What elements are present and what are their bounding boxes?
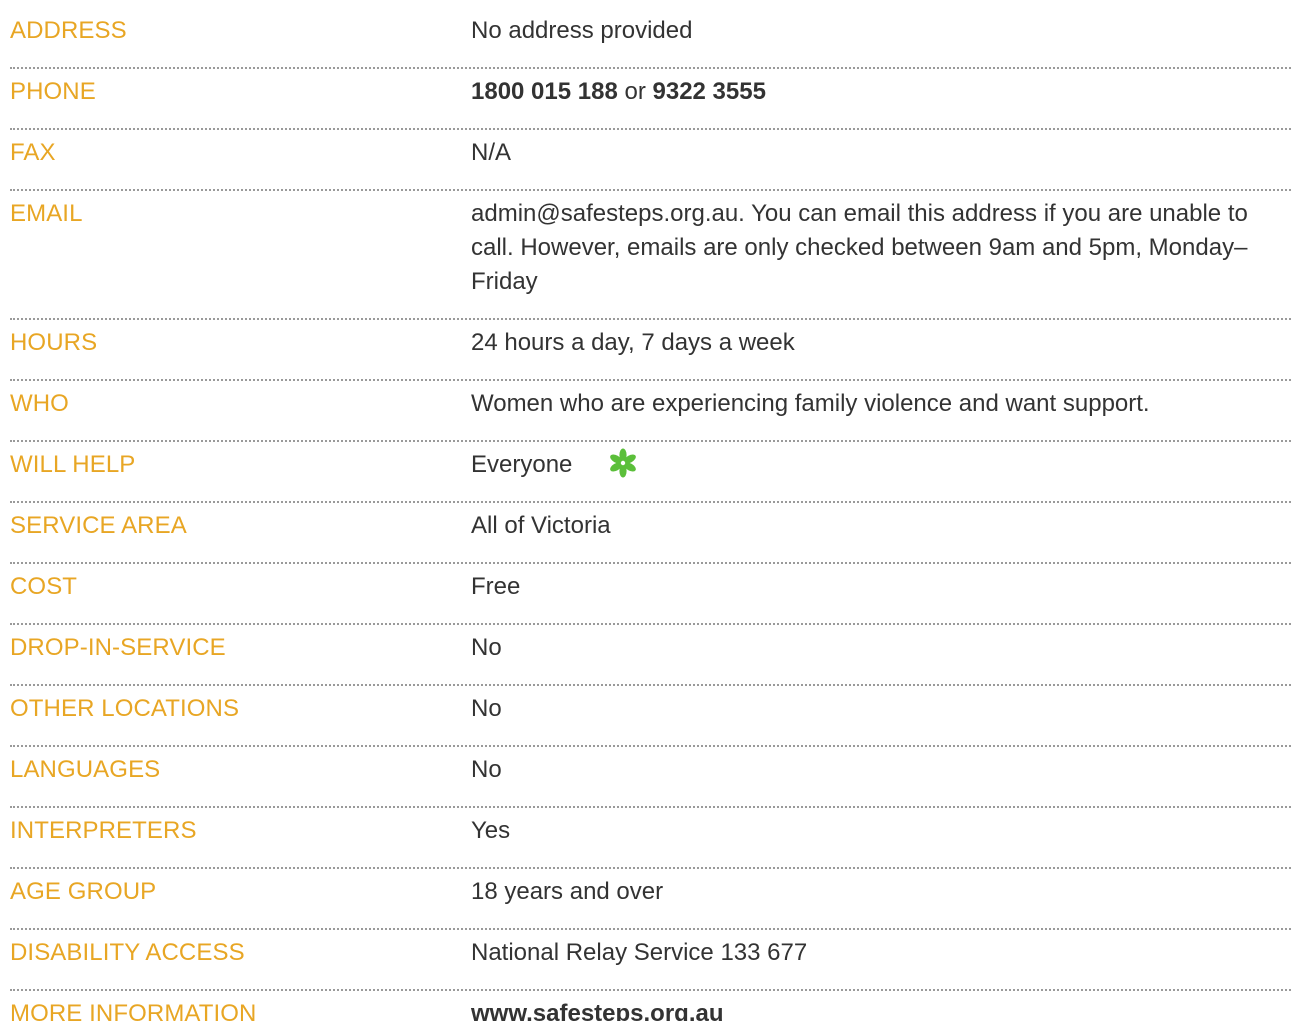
green-asterisk-icon [610, 448, 636, 478]
field-value: N/A [471, 139, 512, 166]
row-other-locations: OTHER LOCATIONS No [10, 686, 1291, 747]
field-label: SERVICE AREA [10, 512, 187, 539]
field-value: Women who are experiencing family violen… [471, 390, 1150, 417]
phone-secondary: 9322 3555 [652, 78, 766, 105]
row-disability-access: DISABILITY ACCESS National Relay Service… [10, 930, 1291, 991]
field-value: No address provided [471, 17, 693, 44]
field-label: LANGUAGES [10, 756, 161, 783]
field-label: HOURS [10, 329, 98, 356]
field-value: No [471, 756, 502, 783]
field-label: DROP-IN-SERVICE [10, 634, 226, 661]
field-value: No [471, 695, 502, 722]
row-phone: PHONE 1800 015 188 or 9322 3555 [10, 69, 1291, 130]
row-hours: HOURS 24 hours a day, 7 days a week [10, 320, 1291, 381]
field-label: COST [10, 573, 78, 600]
row-who: WHO Women who are experiencing family vi… [10, 381, 1291, 442]
row-languages: LANGUAGES No [10, 747, 1291, 808]
row-drop-in-service: DROP-IN-SERVICE No [10, 625, 1291, 686]
field-value: All of Victoria [471, 512, 611, 539]
field-value: Free [471, 573, 521, 600]
row-interpreters: INTERPRETERS Yes [10, 808, 1291, 869]
field-label: OTHER LOCATIONS [10, 695, 240, 722]
row-cost: COST Free [10, 564, 1291, 625]
will-help-value: Everyone [471, 451, 573, 478]
field-value: 24 hours a day, 7 days a week [471, 329, 795, 356]
field-value: 1800 015 188 or 9322 3555 [471, 75, 1291, 109]
row-will-help: WILL HELP Everyone [10, 442, 1291, 503]
field-label: MORE INFORMATION [10, 1000, 257, 1021]
field-value: 18 years and over [471, 878, 664, 905]
field-label: FAX [10, 139, 56, 166]
row-address: ADDRESS No address provided [10, 8, 1291, 69]
row-fax: FAX N/A [10, 130, 1291, 191]
field-value: No [471, 634, 502, 661]
field-value: Yes [471, 817, 511, 844]
row-more-information: MORE INFORMATION www.safesteps.org.au [10, 991, 1291, 1021]
phone-primary: 1800 015 188 [471, 78, 618, 105]
field-value: admin@safesteps.org.au. You can email th… [471, 200, 1248, 295]
row-email: EMAIL admin@safesteps.org.au. You can em… [10, 191, 1291, 320]
service-details-table: ADDRESS No address provided PHONE 1800 0… [0, 0, 1301, 1021]
field-value: National Relay Service 133 677 [471, 939, 808, 966]
row-service-area: SERVICE AREA All of Victoria [10, 503, 1291, 564]
field-label: WILL HELP [10, 451, 136, 478]
field-label: ADDRESS [10, 17, 127, 44]
row-age-group: AGE GROUP 18 years and over [10, 869, 1291, 930]
field-label: PHONE [10, 78, 96, 105]
field-label: AGE GROUP [10, 878, 157, 905]
website-link[interactable]: www.safesteps.org.au [471, 1000, 724, 1021]
field-label: EMAIL [10, 200, 83, 227]
field-label: WHO [10, 390, 69, 417]
phone-connector: or [624, 78, 646, 105]
field-value: Everyone [471, 448, 1291, 482]
field-label: DISABILITY ACCESS [10, 939, 245, 966]
field-value: www.safesteps.org.au [471, 997, 1291, 1021]
field-label: INTERPRETERS [10, 817, 197, 844]
